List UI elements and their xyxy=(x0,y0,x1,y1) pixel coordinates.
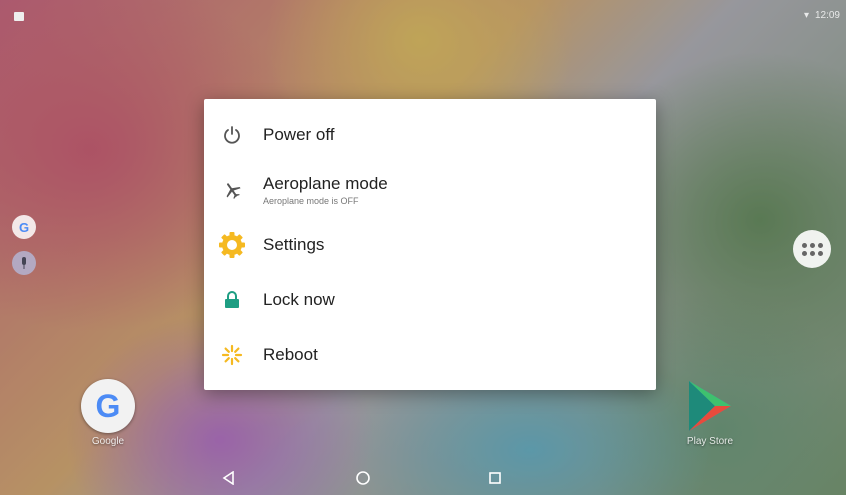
play-store-icon xyxy=(689,381,731,431)
menu-label-settings: Settings xyxy=(263,234,325,254)
menu-label-reboot: Reboot xyxy=(263,344,318,364)
airplane-icon xyxy=(218,176,246,204)
status-bar: ▾ 12:09 xyxy=(0,0,846,30)
menu-sublabel-aeroplane-mode: Aeroplane mode is OFF xyxy=(263,195,359,206)
reboot-icon xyxy=(218,341,246,369)
home-button[interactable] xyxy=(348,465,378,491)
recents-icon xyxy=(489,472,501,484)
app-drawer-button[interactable] xyxy=(793,230,831,268)
play-store-app[interactable]: Play Store xyxy=(670,378,750,447)
navigation-bar xyxy=(0,461,846,495)
signal-icon: ▾ xyxy=(803,10,809,21)
menu-item-aeroplane-mode[interactable]: Aeroplane mode Aeroplane mode is OFF xyxy=(204,162,656,217)
menu-label-lock-now: Lock now xyxy=(263,289,335,309)
lock-icon xyxy=(218,286,246,314)
menu-item-lock-now[interactable]: Lock now xyxy=(204,272,656,327)
app-label-play-store: Play Store xyxy=(686,436,734,447)
app-drawer-icon xyxy=(801,242,823,256)
google-search-icon[interactable]: G xyxy=(12,215,36,239)
recents-button[interactable] xyxy=(480,465,510,491)
status-right: ▾ 12:09 xyxy=(804,10,840,21)
menu-item-power-off[interactable]: Power off xyxy=(204,107,656,162)
notification-icon xyxy=(14,12,24,21)
power-menu-dialog: Power off Aeroplane mode Aeroplane mode … xyxy=(204,99,656,390)
power-icon xyxy=(218,121,246,149)
side-dock: G xyxy=(12,215,36,275)
google-icon: G xyxy=(81,379,135,433)
back-button[interactable] xyxy=(214,465,244,491)
home-screen: ▾ 12:09 G G Google Play Store Power off … xyxy=(0,0,846,495)
menu-label-aeroplane-mode: Aeroplane mode xyxy=(263,173,388,193)
app-label-google: Google xyxy=(91,436,125,447)
status-time: 12:09 xyxy=(814,10,840,21)
menu-item-reboot[interactable]: Reboot xyxy=(204,327,656,382)
menu-item-settings[interactable]: Settings xyxy=(204,217,656,272)
home-icon xyxy=(356,471,370,485)
gear-icon xyxy=(218,231,246,259)
menu-label-power-off: Power off xyxy=(263,124,335,144)
google-app[interactable]: G Google xyxy=(68,378,148,447)
back-icon xyxy=(222,471,234,485)
microphone-icon[interactable] xyxy=(12,251,36,275)
